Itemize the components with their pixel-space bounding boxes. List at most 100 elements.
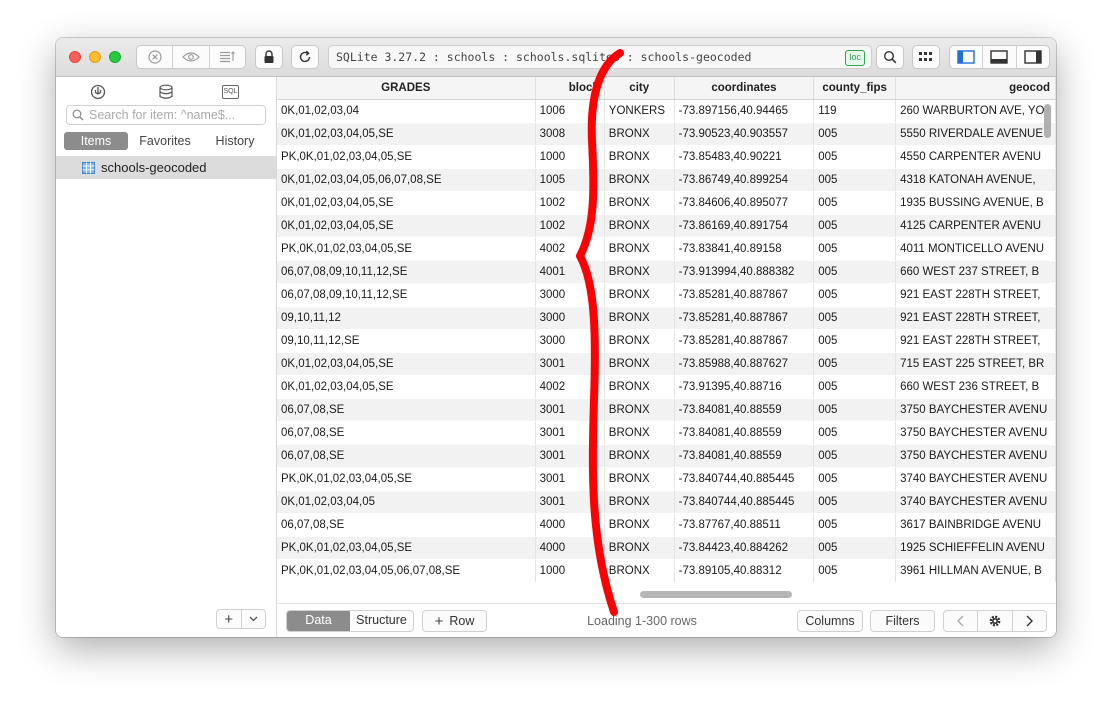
table-cell[interactable]: 5550 RIVERDALE AVENUE (895, 122, 1056, 146)
table-cell[interactable]: 005 (813, 329, 897, 353)
table-cell[interactable]: 3750 BAYCHESTER AVENU (895, 421, 1056, 445)
filters-button[interactable]: Filters (870, 610, 935, 632)
table-cell[interactable]: -73.840744,40.885445 (674, 490, 815, 514)
table-cell[interactable]: -73.87767,40.88511 (674, 513, 815, 537)
table-row[interactable]: 06,07,08,SE 3001 BRONX -73.84081,40.88559 00… (277, 444, 1056, 468)
page-settings-button[interactable] (978, 611, 1013, 631)
table-cell[interactable]: 06,07,08,SE (277, 444, 536, 468)
table-cell[interactable]: BRONX (604, 329, 675, 353)
table-cell[interactable]: -73.84606,40.895077 (674, 191, 815, 215)
table-cell[interactable]: 3740 BAYCHESTER AVENU (895, 490, 1056, 514)
table-row[interactable]: 09,10,11,12 3000 BRONX -73.85281,40.887867 0… (277, 306, 1056, 330)
table-cell[interactable]: 0K,01,02,03,04,05,SE (277, 214, 536, 238)
table-cell[interactable]: 4000 (535, 513, 605, 537)
table-cell[interactable]: BRONX (604, 283, 675, 307)
table-cell[interactable]: -73.91395,40.88716 (674, 375, 815, 399)
table-cell[interactable]: BRONX (604, 352, 675, 376)
table-cell[interactable]: 715 EAST 225 STREET, BR (895, 352, 1056, 376)
table-row[interactable]: PK,0K,01,02,03,04,05,SE 1000 BRONX -73.8548… (277, 145, 1056, 169)
add-item-menu-button[interactable] (242, 610, 266, 628)
tab-items[interactable]: Items (64, 132, 128, 150)
table-cell[interactable]: 005 (813, 513, 897, 537)
table-cell[interactable]: 1006 (535, 99, 605, 123)
table-cell[interactable]: 1002 (535, 191, 605, 215)
table-cell[interactable]: BRONX (604, 513, 675, 537)
table-cell[interactable]: 3001 (535, 352, 605, 376)
add-item-button[interactable]: + (217, 610, 242, 628)
sidebar-search-input[interactable]: Search for item: ^name$... (66, 105, 266, 125)
column-header[interactable]: county_fips (813, 77, 897, 100)
table-cell[interactable]: 1000 (535, 145, 605, 169)
table-row[interactable]: 0K,01,02,03,04,05,SE 1002 BRONX -73.84606,4… (277, 191, 1056, 215)
left-panel-toggle[interactable] (950, 46, 982, 68)
stop-button[interactable] (137, 46, 172, 68)
format-button[interactable] (208, 46, 245, 68)
table-row[interactable]: PK,0K,01,02,03,04,05,SE 3001 BRONX -73.8407… (277, 467, 1056, 491)
column-header[interactable]: GRADES (277, 77, 536, 100)
table-cell[interactable]: 005 (813, 536, 897, 560)
table-row[interactable]: PK,0K,01,02,03,04,05,SE 4002 BRONX -73.8384… (277, 237, 1056, 261)
table-cell[interactable]: -73.85483,40.90221 (674, 145, 815, 169)
structure-tab[interactable]: Structure (350, 611, 413, 631)
table-cell[interactable]: 3750 BAYCHESTER AVENU (895, 398, 1056, 422)
table-cell[interactable]: 3008 (535, 122, 605, 146)
sidebar-item-schools-geocoded[interactable]: schools-geocoded (56, 156, 276, 179)
table-cell[interactable]: 921 EAST 228TH STREET, (895, 306, 1056, 330)
table-row[interactable]: 06,07,08,SE 4000 BRONX -73.87767,40.88511 00… (277, 513, 1056, 537)
table-cell[interactable]: 4002 (535, 375, 605, 399)
table-cell[interactable]: -73.85281,40.887867 (674, 283, 815, 307)
table-cell[interactable]: 660 WEST 236 STREET, B (895, 375, 1056, 399)
table-cell[interactable]: 0K,01,02,03,04,05,SE (277, 375, 536, 399)
table-cell[interactable]: 3001 (535, 467, 605, 491)
table-cell[interactable]: -73.913994,40.888382 (674, 260, 815, 284)
table-row[interactable]: 0K,01,02,03,04,05 3001 BRONX -73.840744,40.… (277, 490, 1056, 514)
minimize-window-button[interactable] (89, 51, 101, 63)
add-row-button[interactable]: + Row (422, 610, 487, 632)
table-cell[interactable]: BRONX (604, 191, 675, 215)
table-cell[interactable]: 09,10,11,12,SE (277, 329, 536, 353)
zoom-window-button[interactable] (109, 51, 121, 63)
table-cell[interactable]: -73.85281,40.887867 (674, 306, 815, 330)
table-cell[interactable]: 260 WARBURTON AVE, YO (895, 99, 1056, 123)
table-cell[interactable]: 1002 (535, 214, 605, 238)
table-cell[interactable]: 005 (813, 490, 897, 514)
table-cell[interactable]: 09,10,11,12 (277, 306, 536, 330)
table-cell[interactable]: PK,0K,01,02,03,04,05,06,07,08,SE (277, 559, 536, 583)
table-row[interactable]: 0K,01,02,03,04,05,SE 3008 BRONX -73.90523,4… (277, 122, 1056, 146)
table-cell[interactable]: 4550 CARPENTER AVENU (895, 145, 1056, 169)
table-cell[interactable]: -73.84423,40.884262 (674, 536, 815, 560)
table-cell[interactable]: 005 (813, 191, 897, 215)
table-cell[interactable]: PK,0K,01,02,03,04,05,SE (277, 145, 536, 169)
table-cell[interactable]: 3000 (535, 329, 605, 353)
table-cell[interactable]: 1925 SCHIEFFELIN AVENU (895, 536, 1056, 560)
table-cell[interactable]: -73.897156,40.94465 (674, 99, 815, 123)
table-cell[interactable]: -73.86749,40.899254 (674, 168, 815, 192)
table-cell[interactable]: 0K,01,02,03,04,05,SE (277, 122, 536, 146)
table-cell[interactable]: 3961 HILLMAN AVENUE, B (895, 559, 1056, 583)
column-header[interactable]: coordinates (674, 77, 815, 100)
table-cell[interactable]: 0K,01,02,03,04,05,SE (277, 191, 536, 215)
location-bar[interactable]: SQLite 3.27.2 : schools : schools.sqlite… (328, 45, 872, 69)
column-header[interactable]: geocod (895, 77, 1056, 100)
table-cell[interactable]: BRONX (604, 398, 675, 422)
table-cell[interactable]: BRONX (604, 375, 675, 399)
close-window-button[interactable] (69, 51, 81, 63)
table-cell[interactable]: BRONX (604, 214, 675, 238)
table-cell[interactable]: BRONX (604, 421, 675, 445)
table-row[interactable]: 0K,01,02,03,04,05,06,07,08,SE 1005 BRONX -7… (277, 168, 1056, 192)
table-cell[interactable]: BRONX (604, 122, 675, 146)
table-cell[interactable]: BRONX (604, 444, 675, 468)
table-row[interactable]: 0K,01,02,03,04,05,SE 4002 BRONX -73.91395,4… (277, 375, 1056, 399)
database-icon[interactable] (158, 84, 174, 100)
table-row[interactable]: PK,0K,01,02,03,04,05,06,07,08,SE 1000 BRON… (277, 559, 1056, 583)
table-cell[interactable]: BRONX (604, 306, 675, 330)
table-cell[interactable]: -73.83841,40.89158 (674, 237, 815, 261)
table-cell[interactable]: 06,07,08,SE (277, 513, 536, 537)
table-cell[interactable]: -73.89105,40.88312 (674, 559, 815, 583)
table-row[interactable]: 06,07,08,SE 3001 BRONX -73.84081,40.88559 00… (277, 421, 1056, 445)
refresh-button[interactable] (291, 45, 319, 69)
table-cell[interactable]: 06,07,08,SE (277, 421, 536, 445)
table-cell[interactable]: 3000 (535, 306, 605, 330)
table-cell[interactable]: 005 (813, 398, 897, 422)
lock-button[interactable] (255, 45, 283, 69)
